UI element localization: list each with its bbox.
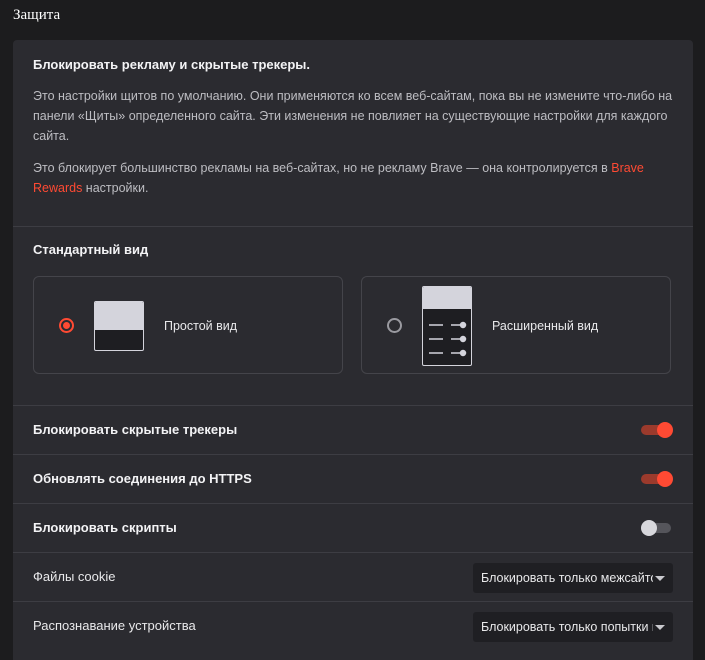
setting-row-fingerprinting: Распознавание устройства Блокировать тол… <box>13 602 693 650</box>
chevron-down-icon <box>655 576 665 581</box>
section-title: Защита <box>13 7 61 23</box>
cookies-label: Файлы cookie <box>33 569 116 584</box>
https-upgrade-toggle[interactable] <box>641 471 673 487</box>
https-upgrade-label: Обновлять соединения до HTTPS <box>33 471 252 486</box>
view-option-advanced[interactable]: Расширенный вид <box>361 276 671 374</box>
shields-settings-card: Блокировать рекламу и скрытые трекеры. Э… <box>13 40 693 660</box>
advanced-view-icon <box>422 286 472 366</box>
cookies-select[interactable]: Блокировать только межсайтовые <box>473 563 673 593</box>
block-scripts-toggle[interactable] <box>641 520 673 536</box>
view-option-label: Простой вид <box>164 319 238 333</box>
radio-advanced-view[interactable] <box>387 318 402 333</box>
fingerprinting-select[interactable]: Блокировать только попытки межсайтового <box>473 612 673 642</box>
block-trackers-toggle[interactable] <box>641 422 673 438</box>
shields-note-text: Это блокирует большинство рекламы на веб… <box>33 161 612 175</box>
setting-row-scripts: Блокировать скрипты <box>13 504 693 552</box>
cookies-select-value: Блокировать только межсайтовые <box>481 571 653 585</box>
shields-intro: Блокировать рекламу и скрытые трекеры. Э… <box>33 57 673 210</box>
setting-row-block-trackers: Блокировать скрытые трекеры <box>13 406 693 454</box>
radio-simple-view[interactable] <box>59 318 74 333</box>
setting-row-cookies: Файлы cookie Блокировать только межсайто… <box>13 553 693 601</box>
setting-row-https: Обновлять соединения до HTTPS <box>13 455 693 503</box>
shields-description: Это настройки щитов по умолчанию. Они пр… <box>33 89 673 143</box>
shields-note: Это блокирует большинство рекламы на веб… <box>33 158 673 198</box>
block-trackers-label: Блокировать скрытые трекеры <box>33 422 238 437</box>
block-scripts-label: Блокировать скрипты <box>33 520 177 535</box>
view-option-simple[interactable]: Простой вид <box>33 276 343 374</box>
shields-title: Блокировать рекламу и скрытые трекеры. <box>33 57 311 72</box>
divider <box>13 226 693 227</box>
default-view-title: Стандартный вид <box>33 242 149 257</box>
shields-note-suffix: настройки. <box>82 181 149 195</box>
fingerprinting-select-value: Блокировать только попытки межсайтового <box>481 620 653 634</box>
fingerprinting-label: Распознавание устройства <box>33 618 196 633</box>
simple-view-icon <box>94 301 144 351</box>
chevron-down-icon <box>655 625 665 630</box>
view-option-label: Расширенный вид <box>492 319 599 333</box>
